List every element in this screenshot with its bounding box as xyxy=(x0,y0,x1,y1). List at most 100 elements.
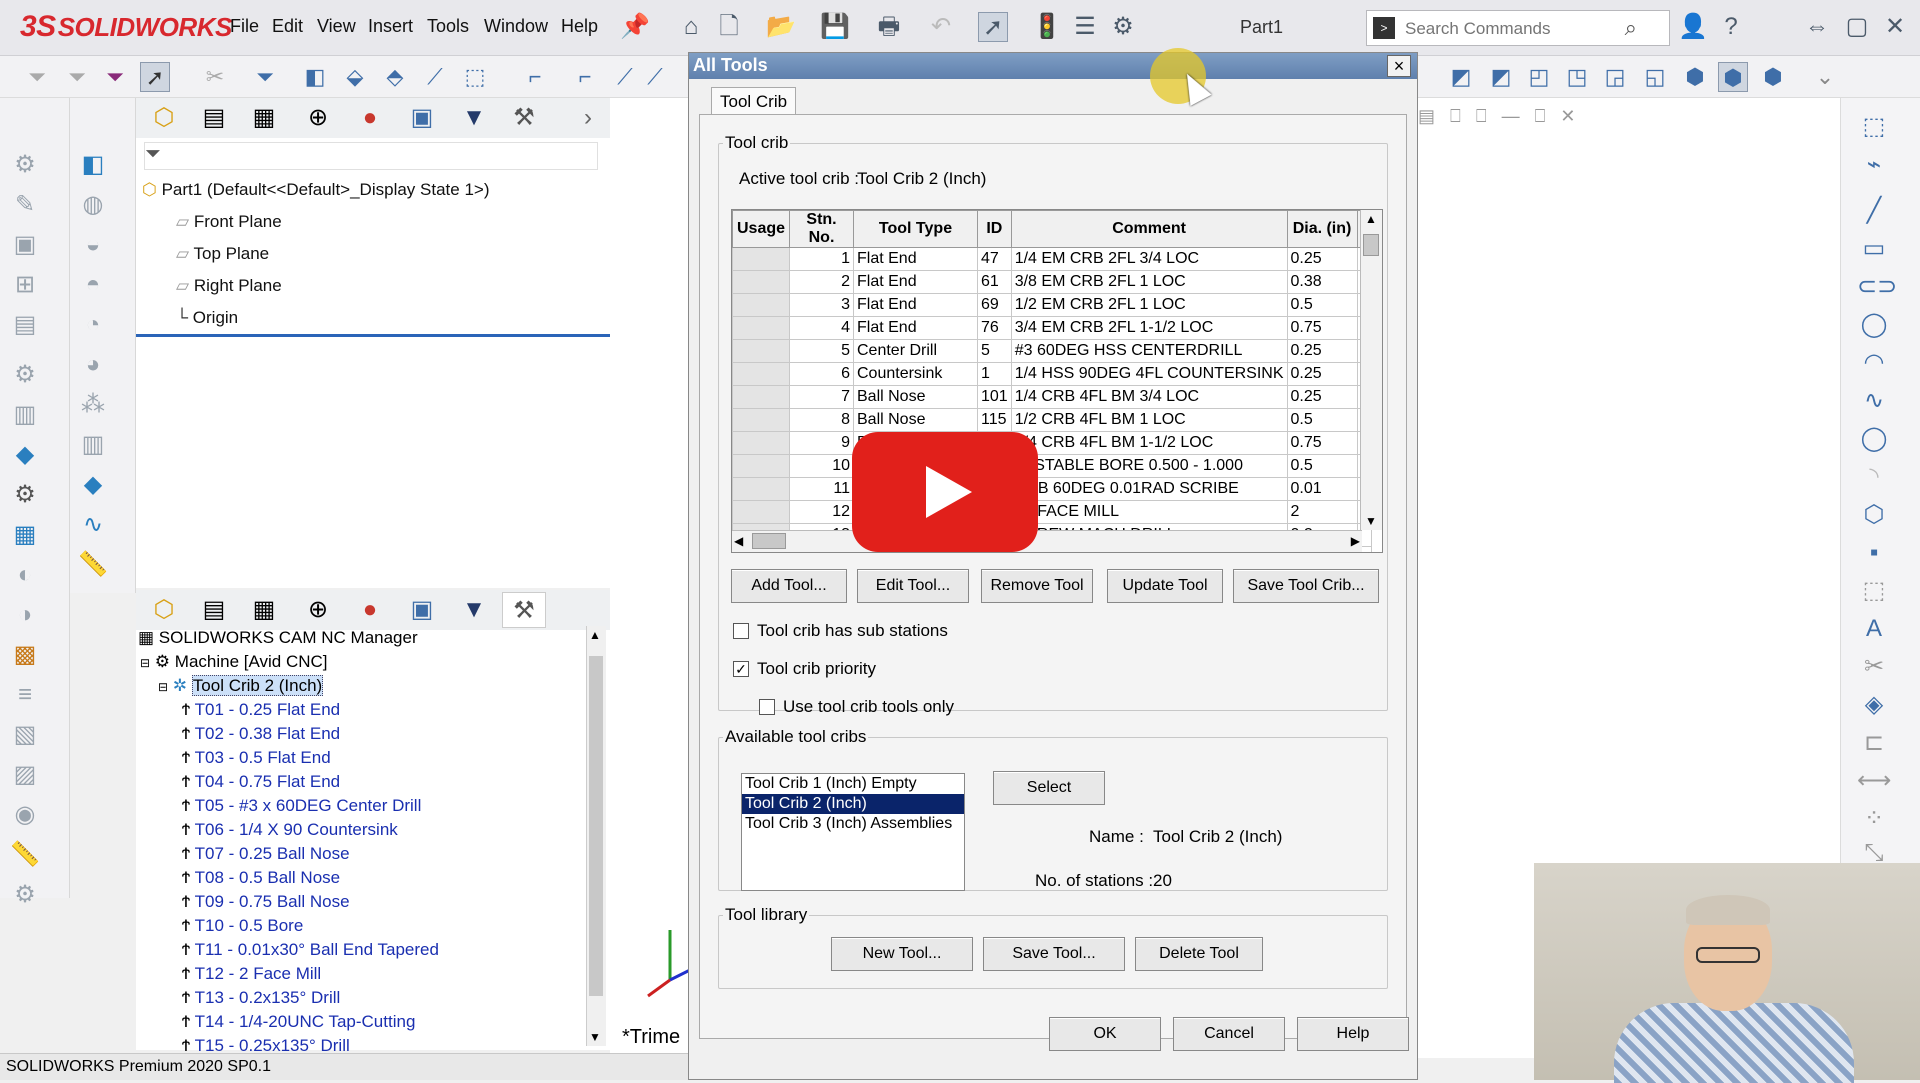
configuration-tab-icon[interactable]: ▦ xyxy=(242,592,286,628)
property-manager-tab-icon[interactable]: ▤ xyxy=(192,100,236,136)
tool-node[interactable]: Ϯ T09 - 0.75 Ball Nose xyxy=(182,892,350,912)
origin-node[interactable]: └ Origin xyxy=(176,308,238,328)
circle-icon[interactable]: ◯ xyxy=(1857,310,1891,340)
define-machine-icon[interactable]: ⚙ xyxy=(8,148,42,182)
cam-tool-tab-icon[interactable]: ⚒ xyxy=(502,592,546,628)
part-icon[interactable]: ▨ xyxy=(8,758,42,792)
options-icon[interactable]: ⚙ xyxy=(8,878,42,912)
measure-icon[interactable]: 📏 xyxy=(8,838,42,872)
magnet-icon[interactable]: ✂ xyxy=(200,62,230,92)
select-tool-icon[interactable]: ➚ xyxy=(140,62,170,92)
select-sketch-icon[interactable]: ⬚ xyxy=(460,62,490,92)
scroll-thumb[interactable] xyxy=(589,656,603,996)
delete-tool-button[interactable]: Delete Tool xyxy=(1135,937,1263,971)
cancel-button[interactable]: Cancel xyxy=(1173,1017,1285,1051)
priority-checkbox[interactable]: ✓ xyxy=(733,661,749,677)
tool-node[interactable]: Ϯ T06 - 1/4 X 90 Countersink xyxy=(182,820,398,840)
coordinate-icon[interactable]: ⊞ xyxy=(8,268,42,302)
generate-plan-icon[interactable]: ⚙ xyxy=(8,358,42,392)
update-tool-button[interactable]: Update Tool xyxy=(1107,569,1223,603)
settings-icon[interactable]: ⚙ xyxy=(8,478,42,512)
pin-icon[interactable]: 📌 xyxy=(620,12,650,42)
edit-tool-button[interactable]: Edit Tool... xyxy=(857,569,969,603)
cam-feature-tab-icon[interactable]: ▣ xyxy=(400,592,444,628)
close-window-icon[interactable]: ✕ xyxy=(1880,12,1910,42)
col-comment[interactable]: Comment xyxy=(1010,210,1288,248)
clip-icon[interactable]: ✎ xyxy=(8,188,42,222)
select-curve-icon[interactable]: ⟋ xyxy=(610,62,640,92)
display-manager-tab-icon[interactable]: ● xyxy=(348,592,392,628)
solidworks-logo[interactable]: 3SSOLIDWORKS xyxy=(20,10,232,44)
feature-tree-tab-icon[interactable]: ⬡ xyxy=(142,592,186,628)
view-iso-icon[interactable]: ⬢ xyxy=(1680,62,1710,92)
search-icon[interactable]: ⌕ xyxy=(1625,15,1637,41)
open-icon[interactable]: 📂 xyxy=(766,12,796,42)
mirror-icon[interactable]: ⟷ xyxy=(1857,766,1891,796)
table-row[interactable]: 5 Center Drill 5 #3 60DEG HSS CENTERDRILL 0.… xyxy=(732,339,1372,363)
crib-item-3[interactable]: Tool Crib 3 (Inch) Assemblies xyxy=(742,814,964,834)
boundary-icon[interactable]: ◔ xyxy=(76,308,110,342)
filter-edges-icon[interactable]: ⏷ xyxy=(100,62,130,92)
cam-tool-tab-icon[interactable]: ⚒ xyxy=(502,100,546,136)
assembly-icon[interactable]: ▧ xyxy=(8,718,42,752)
tool-node[interactable]: Ϯ T02 - 0.38 Flat End xyxy=(182,724,340,744)
select-vertex-icon[interactable]: ⏷ xyxy=(250,62,280,92)
col-usage[interactable]: Usage xyxy=(732,210,790,248)
scroll-up-icon[interactable]: ▲ xyxy=(589,628,601,642)
undo-icon[interactable]: ↶ xyxy=(926,12,956,42)
menu-view[interactable]: View xyxy=(317,16,356,37)
pattern-sketch-icon[interactable]: ⁘ xyxy=(1857,804,1891,834)
tolerance-icon[interactable]: ◉ xyxy=(8,798,42,832)
tool-node[interactable]: Ϯ T05 - #3 x 60DEG Center Drill xyxy=(182,796,421,816)
tool-node[interactable]: Ϯ T01 - 0.25 Flat End xyxy=(182,700,340,720)
crib-listbox[interactable]: Tool Crib 1 (Inch) Empty Tool Crib 2 (In… xyxy=(741,773,965,891)
tool-node[interactable]: Ϯ T10 - 0.5 Bore xyxy=(182,916,303,936)
view-heads-up-icons[interactable]: ▤ ⎕ ⎕ — ⎕ ✕ xyxy=(1418,106,1598,130)
sketch-icon[interactable]: ⬚ xyxy=(1857,112,1891,142)
fillet-icon[interactable]: ◕ xyxy=(76,348,110,382)
col-dia[interactable]: Dia. (in) xyxy=(1286,210,1358,248)
crib-only-checkbox[interactable] xyxy=(759,699,775,715)
col-id[interactable]: ID xyxy=(977,210,1012,248)
grid-horizontal-scrollbar[interactable]: ◀ ▶ xyxy=(732,530,1362,552)
right-plane-node[interactable]: ▱ Right Plane xyxy=(176,276,282,296)
tool-grid[interactable]: Usage Stn. No. Tool Type ID Comment Dia.… xyxy=(731,209,1383,553)
toolpath-icon[interactable]: ▥ xyxy=(8,398,42,432)
menu-window[interactable]: Window xyxy=(484,16,548,37)
setup-sheet-icon[interactable]: ≡ xyxy=(8,678,42,712)
view-back-icon[interactable]: ◩ xyxy=(1486,62,1516,92)
cam-feature-tab-icon[interactable]: ▣ xyxy=(400,100,444,136)
save-tool-crib-button[interactable]: Save Tool Crib... xyxy=(1233,569,1379,603)
save-icon[interactable]: 💾 xyxy=(820,12,850,42)
extrude-icon[interactable]: ◧ xyxy=(76,148,110,182)
ok-button[interactable]: OK xyxy=(1049,1017,1161,1051)
scroll-thumb[interactable] xyxy=(752,533,786,549)
select-solids-icon[interactable]: ⬘ xyxy=(380,62,410,92)
table-row[interactable]: 11 CRB 60DEG 0.01RAD SCRIBE 0.01 xyxy=(732,477,1372,501)
ellipse-icon[interactable]: ◯ xyxy=(1857,424,1891,454)
simulate-icon[interactable]: ◆ xyxy=(8,438,42,472)
search-input[interactable] xyxy=(1405,17,1625,41)
display-manager-tab-icon[interactable]: ● xyxy=(348,100,392,136)
rollback-bar[interactable] xyxy=(136,334,610,337)
stock-icon[interactable]: ▣ xyxy=(8,228,42,262)
chevron-down-icon[interactable]: ⌄ xyxy=(1810,62,1840,92)
table-row[interactable]: 6 Countersink 1 1/4 HSS 90DEG 4FL COUNTERSI… xyxy=(732,362,1372,386)
sub-stations-checkbox[interactable] xyxy=(733,623,749,639)
polygon-icon[interactable]: ⬡ xyxy=(1857,500,1891,530)
grid-vertical-scrollbar[interactable]: ▲ ▼ xyxy=(1360,210,1382,530)
select-button[interactable]: Select xyxy=(993,771,1105,805)
reference-geometry-icon[interactable]: ◆ xyxy=(76,468,110,502)
post-process-icon[interactable]: ◐ xyxy=(8,558,42,592)
view-trimetric-icon[interactable]: ⬢ xyxy=(1718,62,1748,92)
restore-panel-icon[interactable]: ⇔ xyxy=(1802,12,1832,42)
part-node[interactable]: ⬡ Part1 (Default<<Default>_Display State… xyxy=(142,180,489,200)
table-row[interactable]: 9Ball Nose1213/4 CRB 4FL BM 1-1/2 LOC0.7… xyxy=(732,431,1372,455)
rebuild-icon[interactable]: 🚦 xyxy=(1032,12,1062,42)
filter-bar[interactable]: ⏷ xyxy=(144,142,598,170)
tool-node[interactable]: Ϯ T12 - 2 Face Mill xyxy=(182,964,321,984)
tab-tool-crib[interactable]: Tool Crib xyxy=(711,87,797,115)
print-icon[interactable]: 🖶 xyxy=(874,12,904,42)
file-properties-icon[interactable]: ☰ xyxy=(1070,12,1100,42)
slot-icon[interactable]: ⊂⊃ xyxy=(1857,272,1897,302)
